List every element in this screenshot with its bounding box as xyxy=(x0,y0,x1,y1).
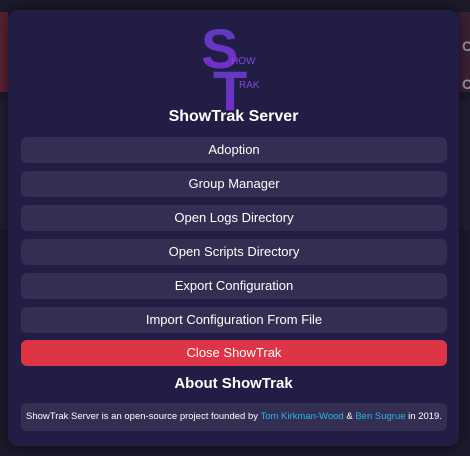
background-text-fragment: C xyxy=(462,38,470,54)
about-modal: S HOW T RAK ShowTrak Server Adoption Gro… xyxy=(8,10,459,446)
about-text-prefix: ShowTrak Server is an open-source projec… xyxy=(26,411,261,422)
showtrak-logo: S HOW T RAK xyxy=(203,24,260,114)
open-scripts-directory-button[interactable]: Open Scripts Directory xyxy=(21,239,447,265)
modal-title: ShowTrak Server xyxy=(168,108,299,125)
author-link-ben[interactable]: Ben Sugrue xyxy=(355,411,405,422)
background-text-fragment: C xyxy=(462,76,470,92)
export-configuration-button[interactable]: Export Configuration xyxy=(21,273,447,299)
logo-word-rak: RAK xyxy=(239,80,260,91)
about-text-suffix: in 2019. xyxy=(405,411,442,422)
adoption-button[interactable]: Adoption xyxy=(21,137,447,163)
author-link-tom[interactable]: Tom Kirkman-Wood xyxy=(260,411,343,422)
close-showtrak-button[interactable]: Close ShowTrak xyxy=(21,340,447,366)
group-manager-button[interactable]: Group Manager xyxy=(21,171,447,197)
open-logs-directory-button[interactable]: Open Logs Directory xyxy=(21,205,447,231)
import-configuration-button[interactable]: Import Configuration From File xyxy=(21,307,447,333)
about-description: ShowTrak Server is an open-source projec… xyxy=(21,403,447,431)
about-text-conjunction: & xyxy=(343,411,356,422)
background-alert-strip xyxy=(0,12,8,92)
about-heading: About ShowTrak xyxy=(174,375,293,392)
